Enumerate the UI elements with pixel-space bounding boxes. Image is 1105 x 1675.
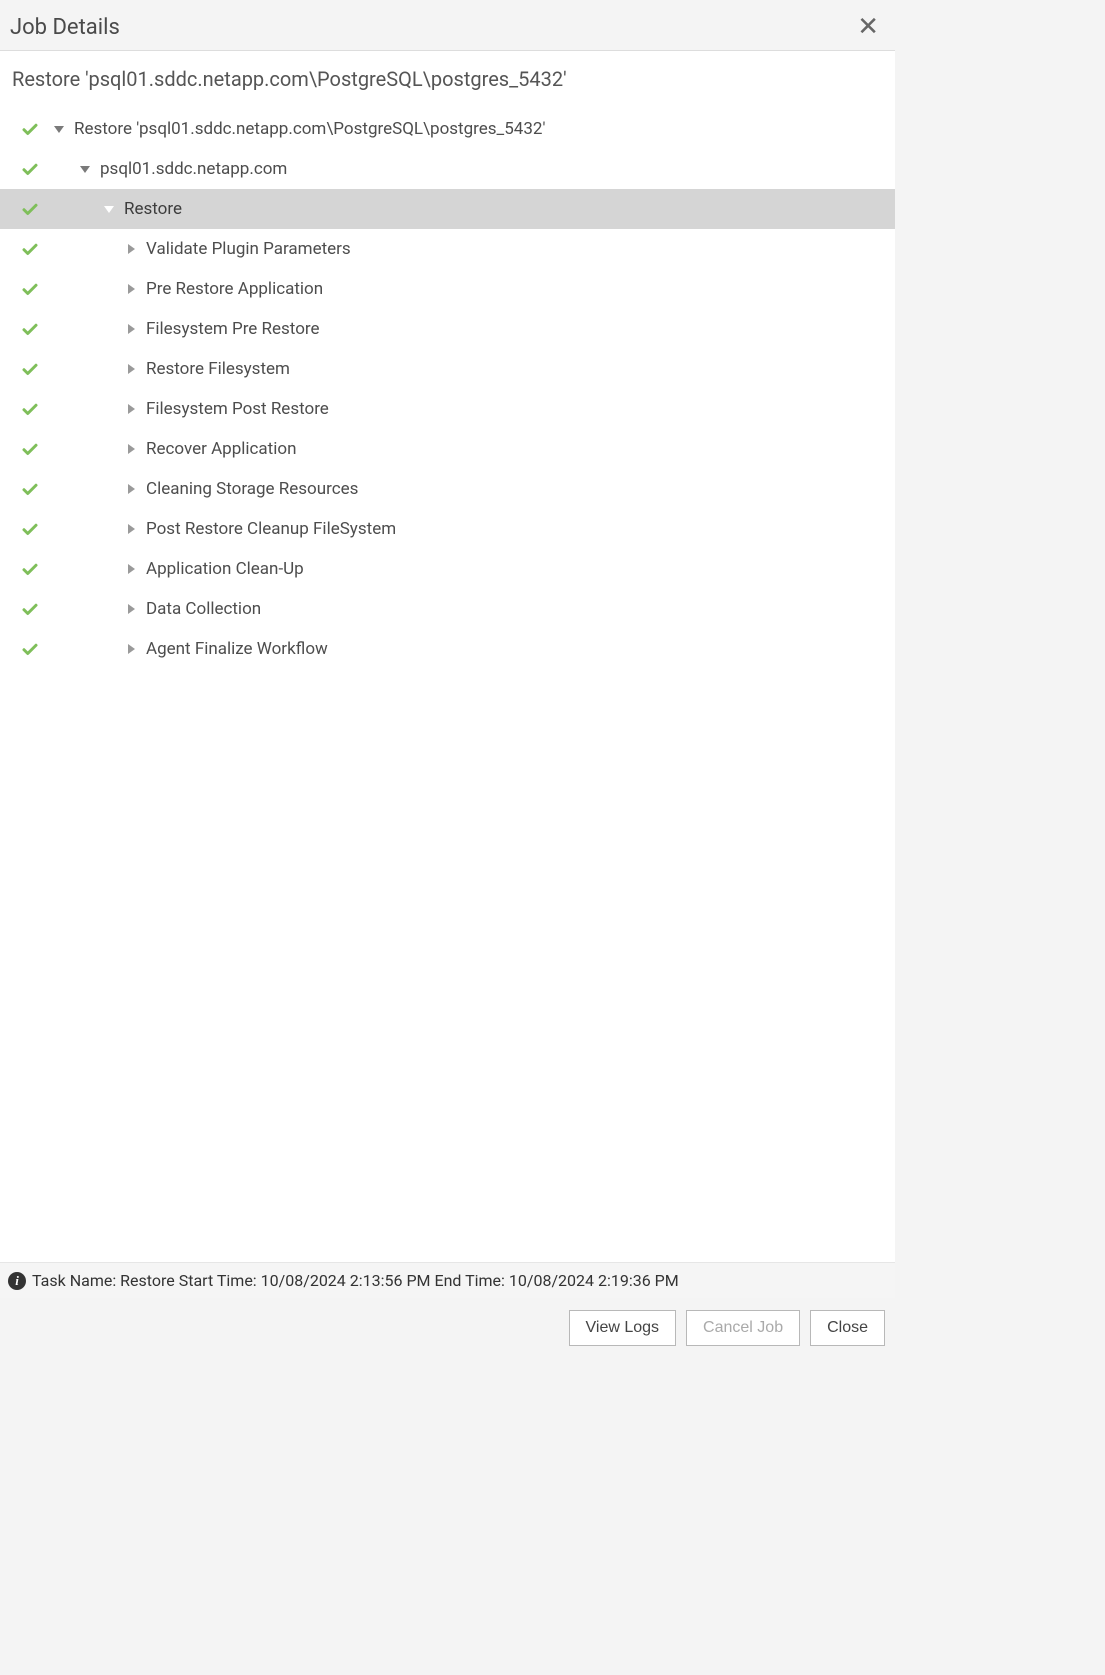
expand-toggle[interactable] — [122, 244, 140, 254]
status-icon-slot — [18, 400, 42, 418]
check-icon — [21, 640, 39, 658]
chevron-right-icon — [128, 604, 135, 614]
chevron-right-icon — [128, 244, 135, 254]
expand-toggle[interactable] — [76, 166, 94, 173]
view-logs-button[interactable]: View Logs — [569, 1310, 677, 1346]
tree-label: Restore Filesystem — [146, 359, 290, 379]
tree-row-host[interactable]: psql01.sddc.netapp.com — [0, 149, 895, 189]
status-icon-slot — [18, 200, 42, 218]
chevron-down-icon — [80, 166, 90, 173]
job-tree: Restore 'psql01.sddc.netapp.com\PostgreS… — [0, 109, 895, 669]
expand-toggle[interactable] — [122, 564, 140, 574]
check-icon — [21, 240, 39, 258]
chevron-right-icon — [128, 284, 135, 294]
expand-toggle[interactable] — [122, 644, 140, 654]
tree-label: Recover Application — [146, 439, 296, 459]
cancel-job-button[interactable]: Cancel Job — [686, 1310, 800, 1346]
status-icon-slot — [18, 160, 42, 178]
tree-row-step[interactable]: Agent Finalize Workflow — [0, 629, 895, 669]
chevron-right-icon — [128, 364, 135, 374]
check-icon — [21, 440, 39, 458]
tree-label: Agent Finalize Workflow — [146, 639, 328, 659]
info-icon: i — [8, 1272, 26, 1290]
tree-row-step[interactable]: Recover Application — [0, 429, 895, 469]
chevron-right-icon — [128, 324, 135, 334]
tree-label: Application Clean-Up — [146, 559, 304, 579]
expand-toggle[interactable] — [122, 284, 140, 294]
tree-label: Filesystem Pre Restore — [146, 319, 320, 339]
expand-toggle[interactable] — [100, 206, 118, 213]
dialog-footer: View Logs Cancel Job Close — [0, 1298, 895, 1360]
tree-label: psql01.sddc.netapp.com — [100, 159, 287, 179]
status-icon-slot — [18, 640, 42, 658]
chevron-down-icon — [104, 206, 114, 213]
tree-row-step[interactable]: Data Collection — [0, 589, 895, 629]
tree-row-step[interactable]: Post Restore Cleanup FileSystem — [0, 509, 895, 549]
chevron-right-icon — [128, 444, 135, 454]
status-text: Task Name: Restore Start Time: 10/08/202… — [32, 1271, 679, 1290]
dialog-title: Job Details — [10, 15, 120, 40]
check-icon — [21, 520, 39, 538]
chevron-right-icon — [128, 644, 135, 654]
tree-row-step[interactable]: Filesystem Post Restore — [0, 389, 895, 429]
job-subtitle: Restore 'psql01.sddc.netapp.com\PostgreS… — [0, 67, 895, 105]
tree-row-step[interactable]: Pre Restore Application — [0, 269, 895, 309]
chevron-right-icon — [128, 564, 135, 574]
check-icon — [21, 560, 39, 578]
close-button[interactable]: Close — [810, 1310, 885, 1346]
check-icon — [21, 160, 39, 178]
expand-toggle[interactable] — [122, 604, 140, 614]
tree-row-step[interactable]: Restore Filesystem — [0, 349, 895, 389]
dialog-body: Restore 'psql01.sddc.netapp.com\PostgreS… — [0, 51, 895, 1298]
tree-label: Pre Restore Application — [146, 279, 323, 299]
tree-label: Restore — [124, 199, 182, 219]
expand-toggle[interactable] — [122, 404, 140, 414]
status-icon-slot — [18, 600, 42, 618]
chevron-right-icon — [128, 404, 135, 414]
check-icon — [21, 600, 39, 618]
tree-row-step[interactable]: Cleaning Storage Resources — [0, 469, 895, 509]
expand-toggle[interactable] — [122, 524, 140, 534]
check-icon — [21, 280, 39, 298]
tree-label: Filesystem Post Restore — [146, 399, 329, 419]
scroll-area[interactable]: Restore 'psql01.sddc.netapp.com\PostgreS… — [0, 51, 895, 1262]
chevron-down-icon — [54, 126, 64, 133]
chevron-right-icon — [128, 484, 135, 494]
dialog-header: Job Details ✕ — [0, 0, 895, 51]
close-icon[interactable]: ✕ — [855, 14, 881, 40]
expand-toggle[interactable] — [50, 126, 68, 133]
check-icon — [21, 120, 39, 138]
chevron-right-icon — [128, 524, 135, 534]
status-icon-slot — [18, 520, 42, 538]
tree-row-restore[interactable]: Restore — [0, 189, 895, 229]
status-icon-slot — [18, 360, 42, 378]
tree-label: Post Restore Cleanup FileSystem — [146, 519, 396, 539]
check-icon — [21, 400, 39, 418]
tree-row-step[interactable]: Validate Plugin Parameters — [0, 229, 895, 269]
expand-toggle[interactable] — [122, 484, 140, 494]
tree-label: Restore 'psql01.sddc.netapp.com\PostgreS… — [74, 119, 545, 139]
check-icon — [21, 480, 39, 498]
tree-label: Validate Plugin Parameters — [146, 239, 351, 259]
status-icon-slot — [18, 280, 42, 298]
expand-toggle[interactable] — [122, 324, 140, 334]
status-icon-slot — [18, 120, 42, 138]
check-icon — [21, 320, 39, 338]
expand-toggle[interactable] — [122, 364, 140, 374]
status-icon-slot — [18, 440, 42, 458]
check-icon — [21, 200, 39, 218]
status-icon-slot — [18, 320, 42, 338]
tree-row-root[interactable]: Restore 'psql01.sddc.netapp.com\PostgreS… — [0, 109, 895, 149]
tree-label: Cleaning Storage Resources — [146, 479, 358, 499]
check-icon — [21, 360, 39, 378]
status-icon-slot — [18, 240, 42, 258]
expand-toggle[interactable] — [122, 444, 140, 454]
status-bar: i Task Name: Restore Start Time: 10/08/2… — [0, 1262, 895, 1298]
tree-label: Data Collection — [146, 599, 261, 619]
tree-row-step[interactable]: Application Clean-Up — [0, 549, 895, 589]
status-icon-slot — [18, 560, 42, 578]
status-icon-slot — [18, 480, 42, 498]
tree-row-step[interactable]: Filesystem Pre Restore — [0, 309, 895, 349]
